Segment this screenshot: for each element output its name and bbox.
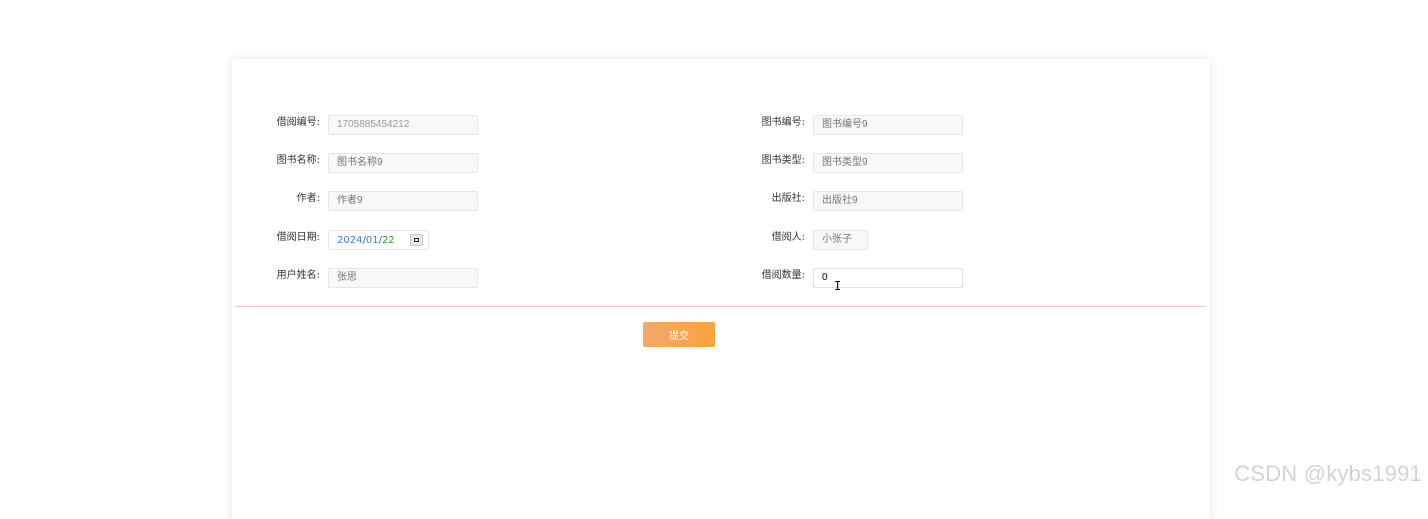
user-name-label: 用户姓名: (276, 270, 320, 281)
borrower-field[interactable] (813, 230, 868, 250)
book-name-field[interactable] (328, 153, 478, 173)
submit-button[interactable]: 提交 (643, 322, 715, 347)
borrow-date-year: 2024 (337, 235, 363, 246)
book-type-field[interactable] (813, 153, 963, 173)
author-label: 作者: (296, 193, 320, 204)
borrow-id-field[interactable] (328, 115, 478, 135)
calendar-icon[interactable] (410, 234, 423, 246)
borrow-id-label: 借阅编号: (276, 117, 320, 128)
book-type-label: 图书类型: (761, 155, 805, 166)
text-cursor-icon: I (834, 279, 842, 293)
watermark: CSDN @kybs1991 (1234, 461, 1422, 486)
borrow-date-label: 借阅日期: (276, 232, 320, 243)
book-id-label: 图书编号: (761, 117, 805, 128)
form-divider (236, 306, 1206, 307)
borrow-date-day: 22 (381, 235, 395, 246)
book-name-label: 图书名称: (276, 155, 320, 166)
borrow-date-month: 01 (365, 235, 379, 246)
publisher-label: 出版社: (771, 193, 805, 204)
book-id-field[interactable] (813, 115, 963, 135)
author-field[interactable] (328, 191, 478, 211)
publisher-field[interactable] (813, 191, 963, 211)
borrower-label: 借阅人: (771, 232, 805, 243)
borrow-quantity-label: 借阅数量: (761, 270, 805, 281)
borrow-date-input[interactable]: 2024/01/22 (328, 230, 429, 250)
user-name-field[interactable] (328, 268, 478, 288)
